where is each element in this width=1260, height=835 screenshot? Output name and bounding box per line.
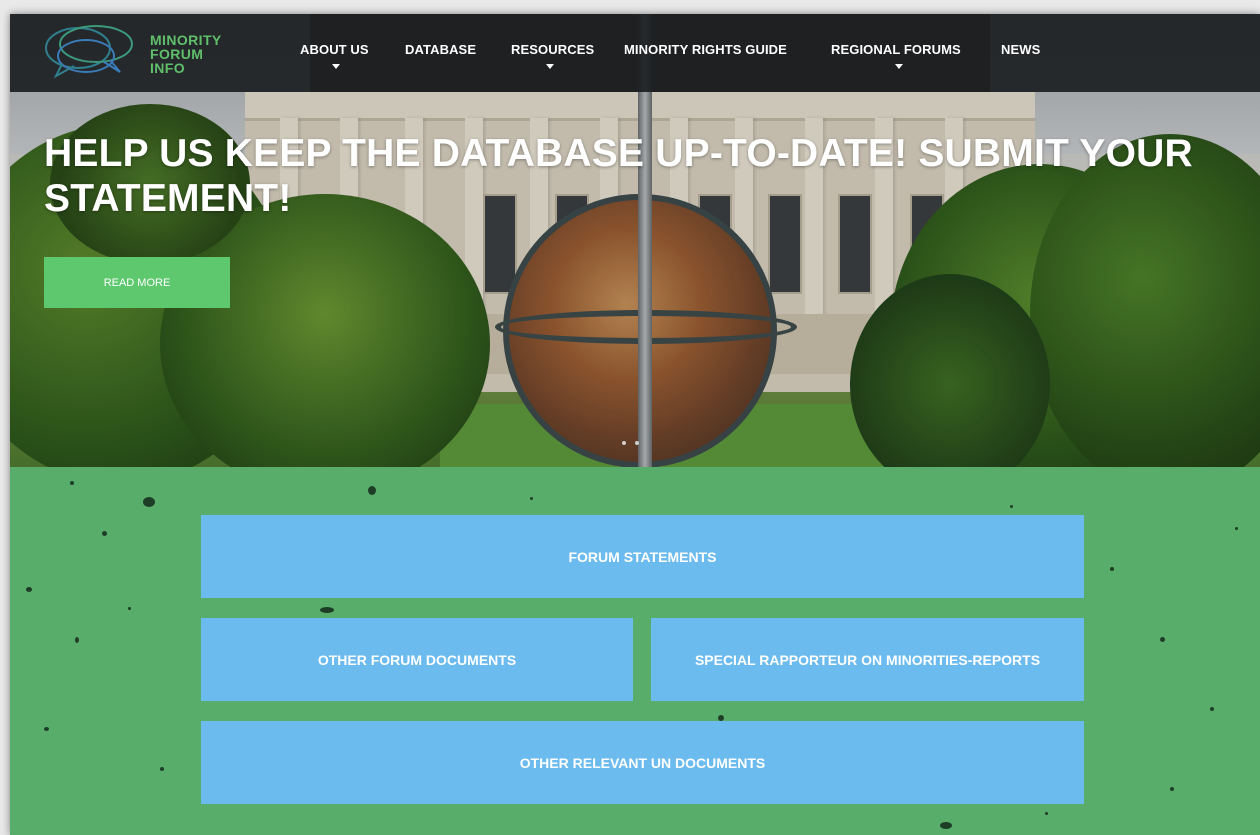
- tile-forum-statements[interactable]: FORUM STATEMENTS: [201, 515, 1084, 598]
- nav-regional-forums[interactable]: REGIONAL FORUMS: [831, 42, 961, 57]
- hero-slider: MINORITY FORUM INFO ABOUT US DATABASE RE…: [10, 14, 1260, 467]
- nav-minority-rights-guide[interactable]: MINORITY RIGHTS GUIDE: [624, 42, 787, 57]
- logo-line-2: FORUM: [150, 46, 204, 62]
- browser-viewport: MINORITY FORUM INFO ABOUT US DATABASE RE…: [10, 14, 1260, 835]
- tile-other-forum-documents[interactable]: OTHER FORUM DOCUMENTS: [201, 618, 633, 701]
- nav-news[interactable]: NEWS: [1001, 42, 1040, 57]
- logo-speech-bubbles-icon: [45, 25, 133, 79]
- logo-text: MINORITY FORUM INFO: [150, 33, 222, 75]
- logo-line-3: INFO: [150, 60, 186, 76]
- read-more-button[interactable]: READ MORE: [44, 257, 230, 308]
- document-categories-section: FORUM STATEMENTS OTHER FORUM DOCUMENTS S…: [10, 467, 1260, 835]
- nav-database[interactable]: DATABASE: [405, 42, 476, 57]
- nav-about-us[interactable]: ABOUT US: [300, 42, 369, 57]
- site-logo[interactable]: MINORITY FORUM INFO: [40, 20, 240, 84]
- hero-headline: HELP US KEEP THE DATABASE UP-TO-DATE! SU…: [44, 132, 1193, 220]
- logo-line-1: MINORITY: [150, 32, 222, 48]
- chevron-down-icon: [546, 64, 554, 69]
- site-header: MINORITY FORUM INFO ABOUT US DATABASE RE…: [10, 14, 1260, 92]
- chevron-down-icon: [332, 64, 340, 69]
- slider-dot[interactable]: [622, 441, 626, 445]
- chevron-down-icon: [895, 64, 903, 69]
- tile-special-rapporteur-reports[interactable]: SPECIAL RAPPORTEUR ON MINORITIES-REPORTS: [651, 618, 1084, 701]
- slider-pagination: [622, 441, 639, 445]
- nav-resources[interactable]: RESOURCES: [511, 42, 594, 57]
- tile-other-relevant-un-documents[interactable]: OTHER RELEVANT UN DOCUMENTS: [201, 721, 1084, 804]
- slider-dot[interactable]: [635, 441, 639, 445]
